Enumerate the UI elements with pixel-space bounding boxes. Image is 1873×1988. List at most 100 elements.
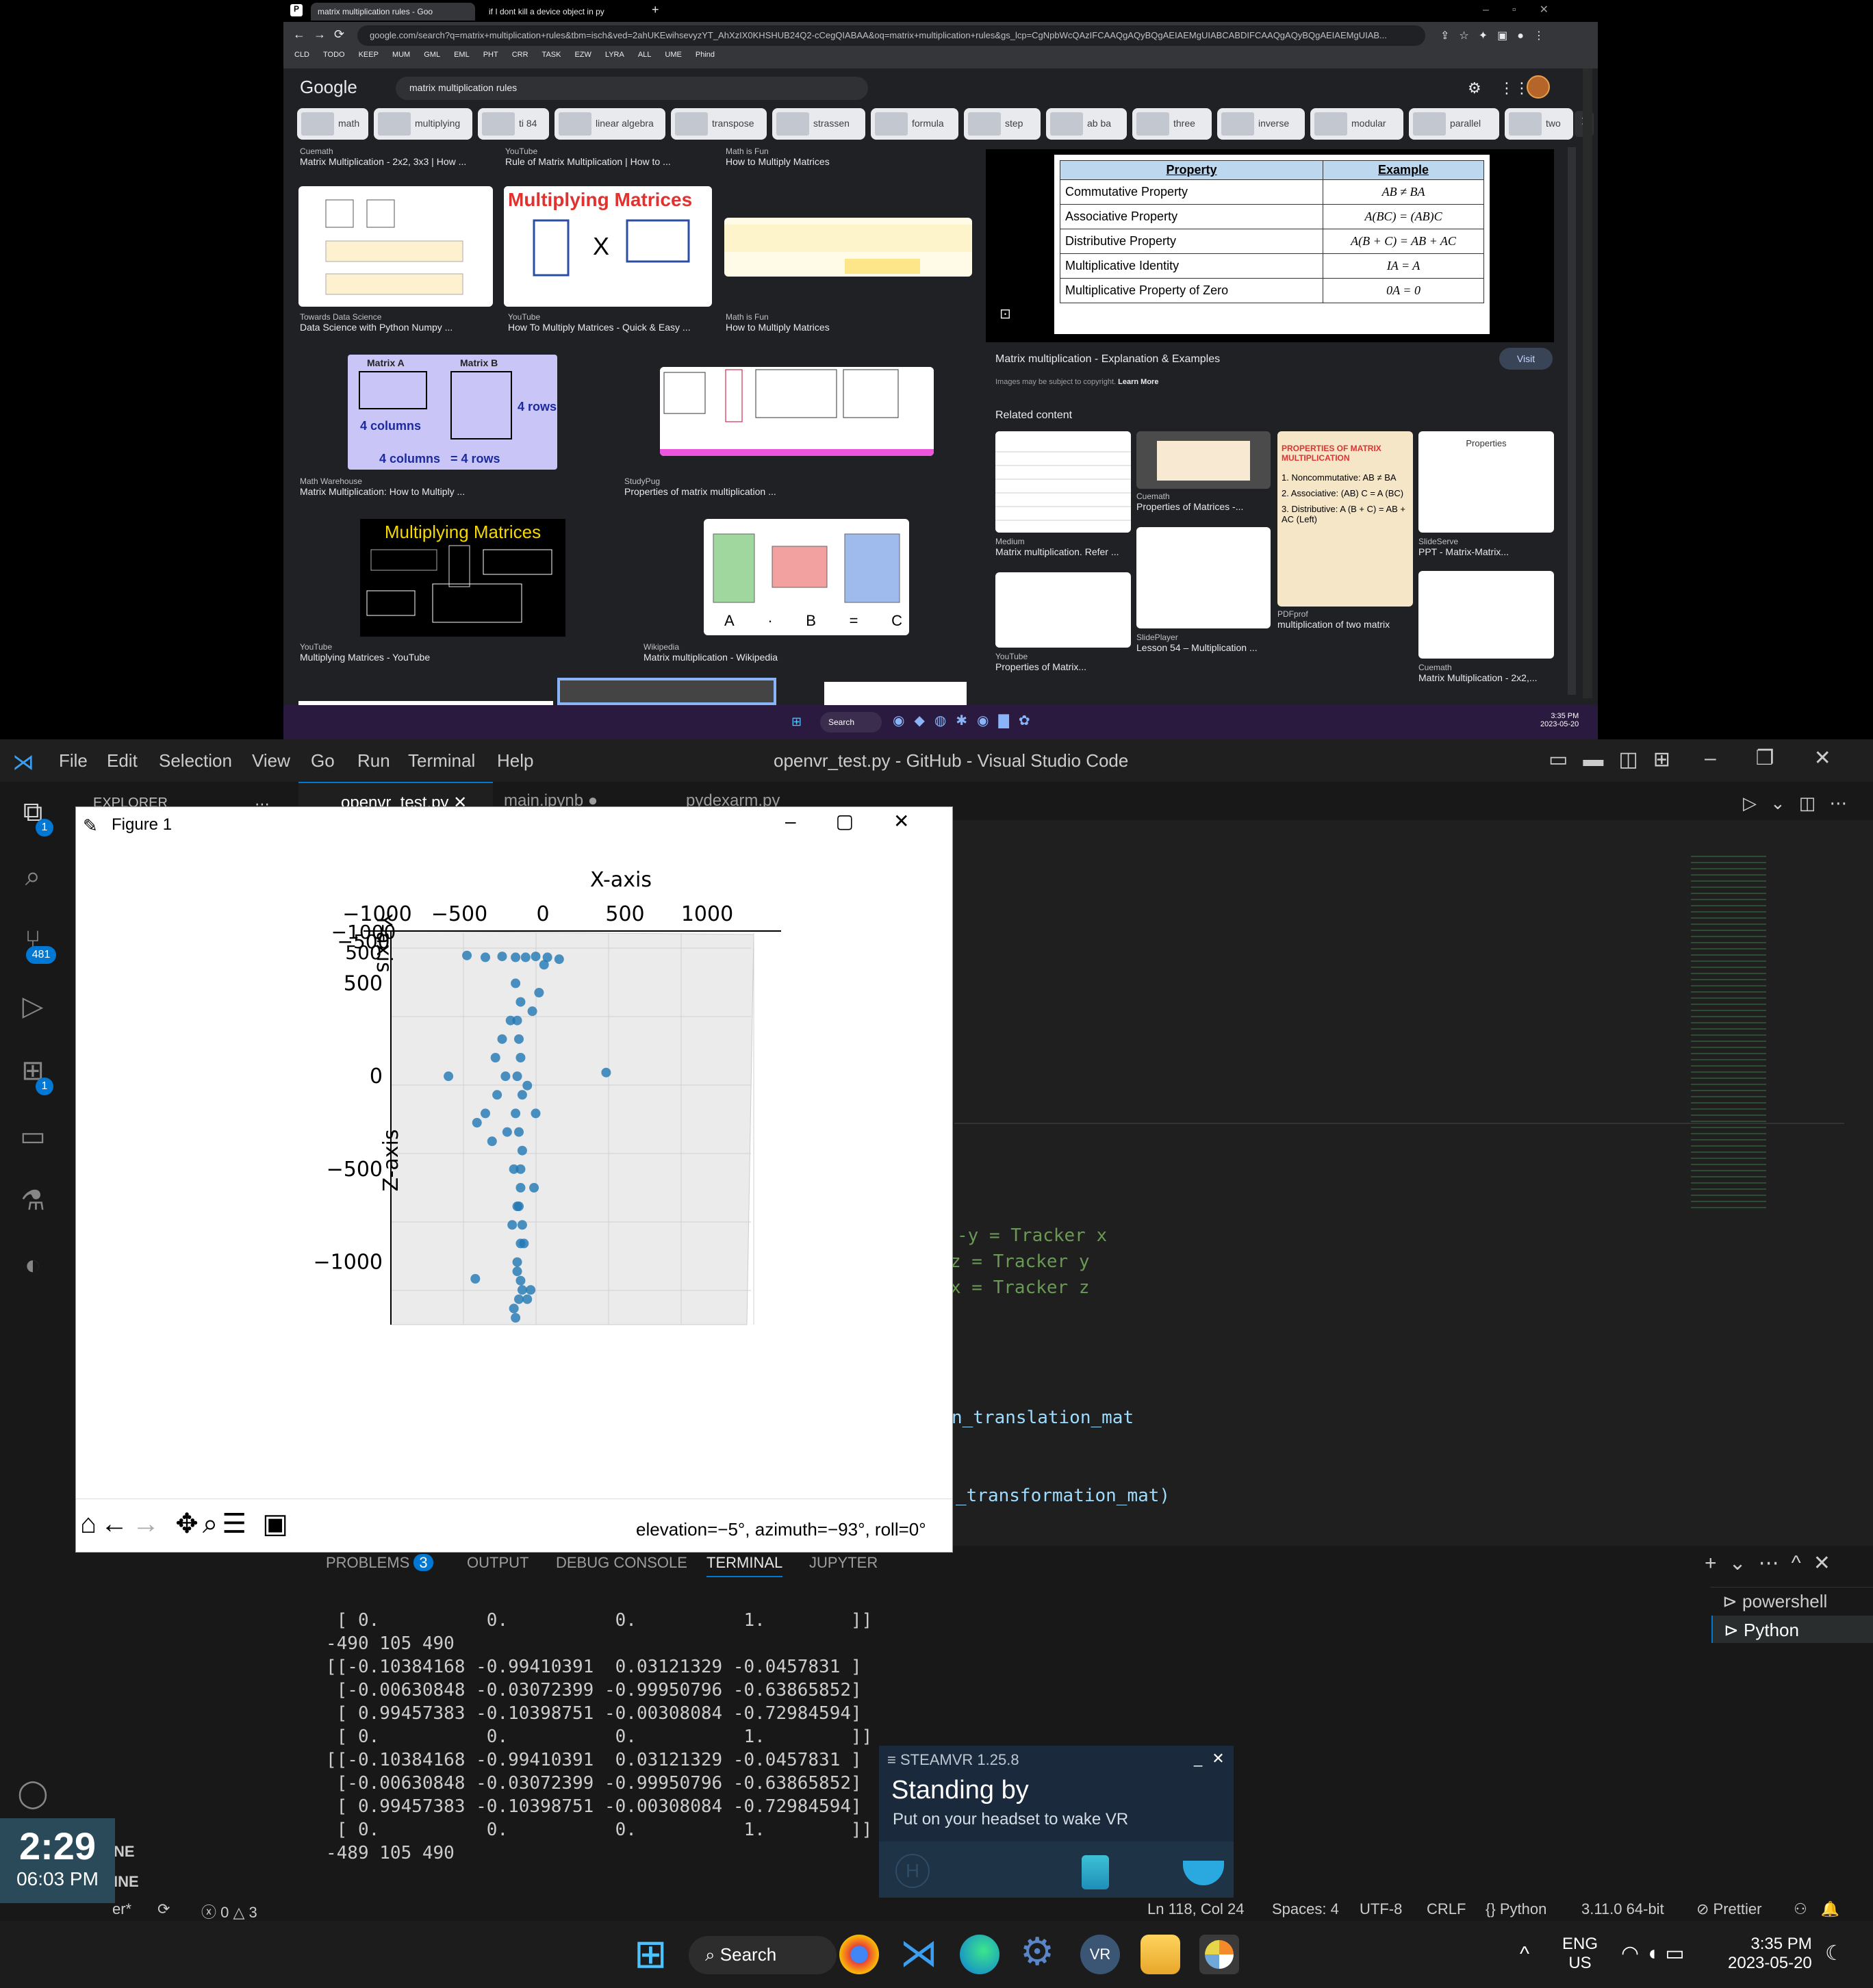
google-logo[interactable]: Google — [300, 77, 357, 98]
steamvr-window-controls[interactable]: _✕ — [1194, 1750, 1234, 1768]
thumb-studypug[interactable] — [660, 367, 934, 456]
indentation-status[interactable]: Spaces: 4 — [1272, 1900, 1339, 1918]
menu-run[interactable]: Run — [357, 750, 390, 772]
related-thumb-youtube[interactable] — [995, 572, 1131, 648]
chip-two[interactable]: two — [1505, 108, 1573, 140]
learn-more-link[interactable]: Learn More — [1118, 378, 1158, 386]
result-youtube-rule[interactable]: YouTube Rule of Matrix Multiplication | H… — [505, 146, 671, 167]
menu-terminal[interactable]: Terminal — [408, 750, 475, 772]
result-cuemath[interactable]: Cuemath Matrix Multiplication - 2x2, 3x3 … — [300, 146, 466, 167]
bookmark[interactable]: EZW — [574, 51, 591, 59]
chip-transpose[interactable]: transpose — [671, 108, 767, 140]
preview-title[interactable]: Matrix multiplication - Explanation & Ex… — [995, 353, 1220, 366]
chip-math[interactable]: math — [297, 108, 368, 140]
related-thumb-pdfprof[interactable]: PROPERTIES OF MATRIX MULTIPLICATION 1. N… — [1277, 431, 1413, 607]
thumb-youtube-blackboard[interactable]: Multiplying Matrices — [360, 519, 565, 637]
related-slideserve[interactable]: SlideServe PPT - Matrix-Matrix... — [1418, 537, 1509, 557]
configure-icon[interactable]: ☰ — [222, 1509, 251, 1539]
thumb-wikipedia[interactable]: A · B = C — [704, 519, 909, 635]
window-controls[interactable]: –❐✕ — [1705, 746, 1871, 770]
testing-flask-icon[interactable]: ⚗ — [14, 1182, 52, 1220]
result-math-warehouse[interactable]: Math Warehouse Matrix Multiplication: How… — [300, 476, 465, 497]
thumb-partial[interactable] — [824, 682, 967, 705]
home-icon[interactable]: ⌂ — [80, 1509, 101, 1539]
apps-grid-icon[interactable]: ⋮⋮ — [1499, 79, 1529, 97]
menu-selection[interactable]: Selection — [159, 750, 232, 772]
related-slideplayer[interactable]: SlidePlayer Lesson 54 – Multiplication ..… — [1136, 633, 1258, 653]
panel-tab-debug-console[interactable]: DEBUG CONSOLE — [556, 1554, 687, 1572]
chip-multiplying[interactable]: multiplying — [374, 108, 472, 140]
vscode-app-icon[interactable]: ⋊ — [900, 1930, 938, 1976]
related-thumb-medium[interactable] — [995, 431, 1131, 533]
chrome-tab[interactable]: if I dont kill a device object in py — [482, 3, 646, 21]
edge-app-icon[interactable] — [960, 1935, 999, 1974]
bookmark[interactable]: LYRA — [605, 51, 624, 59]
inner-taskbar-apps[interactable]: ◉◆◍✱◉▇✿ — [893, 712, 1040, 729]
bookmark[interactable]: PHT — [483, 51, 498, 59]
new-tab-button[interactable]: + — [652, 3, 659, 17]
notifications-icon[interactable]: ⚇🔔 — [1794, 1900, 1853, 1918]
menu-help[interactable]: Help — [497, 750, 533, 772]
inner-search[interactable]: Search — [820, 712, 882, 732]
related-cuemath[interactable]: Cuemath Properties of Matrices -... — [1136, 492, 1243, 512]
related-thumb-slideserve[interactable]: Properties — [1418, 431, 1554, 533]
zoom-icon[interactable]: ⌕ — [203, 1509, 222, 1539]
menu-view[interactable]: View — [252, 750, 290, 772]
thumb-youtube-multiplying[interactable]: Multiplying Matrices X — [504, 186, 712, 307]
chip-modular[interactable]: modular — [1310, 108, 1403, 140]
related-thumb-cuemath[interactable] — [1136, 431, 1271, 489]
panel-actions[interactable]: +⌄⋯^✕ — [1705, 1551, 1843, 1575]
show-hidden-icons[interactable]: ^ — [1520, 1943, 1529, 1966]
lens-search-icon[interactable]: ⊡ — [999, 305, 1011, 322]
result-mathisfun-2[interactable]: Math is Fun How to Multiply Matrices — [726, 312, 830, 333]
panel-tab-terminal[interactable]: TERMINAL — [706, 1554, 783, 1577]
result-studypug[interactable]: StudyPug Properties of matrix multiplicat… — [624, 476, 776, 497]
visit-button[interactable]: Visit — [1499, 348, 1553, 370]
cursor-position[interactable]: Ln 118, Col 24 — [1147, 1900, 1244, 1918]
taskbar-clock[interactable]: 3:35 PM 2023-05-20 — [1728, 1935, 1812, 1973]
forward-icon[interactable]: → — [132, 1509, 164, 1539]
terminal-output[interactable]: [ 0. 0. 0. 1. ]] -490 105 490 [[-0.10384… — [326, 1609, 872, 1865]
back-icon[interactable]: ← — [101, 1509, 132, 1539]
url-field[interactable]: google.com/search?q=matrix+multiplicatio… — [357, 25, 1425, 46]
run-debug-icon[interactable]: ▷ — [14, 987, 52, 1025]
inner-start-icon[interactable]: ⊞ — [791, 715, 802, 729]
menu-edit[interactable]: Edit — [107, 750, 138, 772]
minimap[interactable] — [1691, 856, 1766, 1212]
related-pdfprof[interactable]: PDFprof multiplication of two matrix — [1277, 609, 1390, 630]
interpreter-status[interactable]: 3.11.0 64-bit — [1581, 1900, 1664, 1918]
taskbar-search[interactable]: ⌕ Search — [689, 1936, 837, 1974]
layout-toggle-icons[interactable]: ▭▬◫⊞ — [1549, 748, 1685, 772]
related-thumb-cuemath-2[interactable] — [1418, 571, 1554, 659]
page-scrollbar[interactable] — [1583, 68, 1592, 698]
accounts-icon[interactable]: ◯ — [14, 1774, 52, 1813]
problems-status[interactable]: ⓧ 0 △ 3 — [201, 1900, 257, 1922]
language-indicator[interactable]: ENG US — [1562, 1935, 1598, 1973]
panel-tab-jupyter[interactable]: JUPYTER — [809, 1554, 878, 1572]
steamvr-app-icon[interactable]: VR — [1080, 1935, 1120, 1974]
chrome-tab-active[interactable]: matrix multiplication rules - Goo — [311, 3, 475, 21]
sync-icon[interactable]: ⟳ — [157, 1900, 170, 1918]
menu-go[interactable]: Go — [311, 750, 335, 772]
settings-gear-icon[interactable]: ⚙ — [1468, 79, 1481, 97]
chip-ti84[interactable]: ti 84 — [478, 108, 549, 140]
related-youtube[interactable]: YouTube Properties of Matrix... — [995, 652, 1086, 672]
edge-devtools-icon[interactable]: ◐ — [14, 1246, 52, 1284]
prettier-status[interactable]: ⊘ Prettier — [1696, 1900, 1761, 1918]
branch-status[interactable]: er* — [112, 1900, 131, 1918]
headset-icon[interactable]: H — [895, 1854, 930, 1888]
python-figure-app-icon[interactable] — [1199, 1935, 1239, 1974]
settings-app-icon[interactable]: ⚙ — [1020, 1929, 1054, 1974]
bookmark[interactable]: UME — [665, 51, 681, 59]
result-youtube-quick[interactable]: YouTube How To Multiply Matrices - Quick … — [508, 312, 691, 333]
figure-window-controls[interactable]: –▢✕ — [785, 810, 950, 832]
bookmark[interactable]: TASK — [542, 51, 561, 59]
bookmark[interactable]: GML — [424, 51, 440, 59]
thumb-partial-selected[interactable] — [557, 678, 776, 705]
notification-moon-icon[interactable]: ☾ — [1825, 1941, 1844, 1965]
start-button-icon[interactable]: ⊞ — [634, 1935, 667, 1974]
chip-parallel[interactable]: parallel — [1409, 108, 1499, 140]
network-volume-battery-icons[interactable]: ◠◖▭ — [1621, 1941, 1692, 1965]
bookmark[interactable]: KEEP — [359, 51, 379, 59]
pan-icon[interactable]: ✥ — [175, 1509, 203, 1539]
